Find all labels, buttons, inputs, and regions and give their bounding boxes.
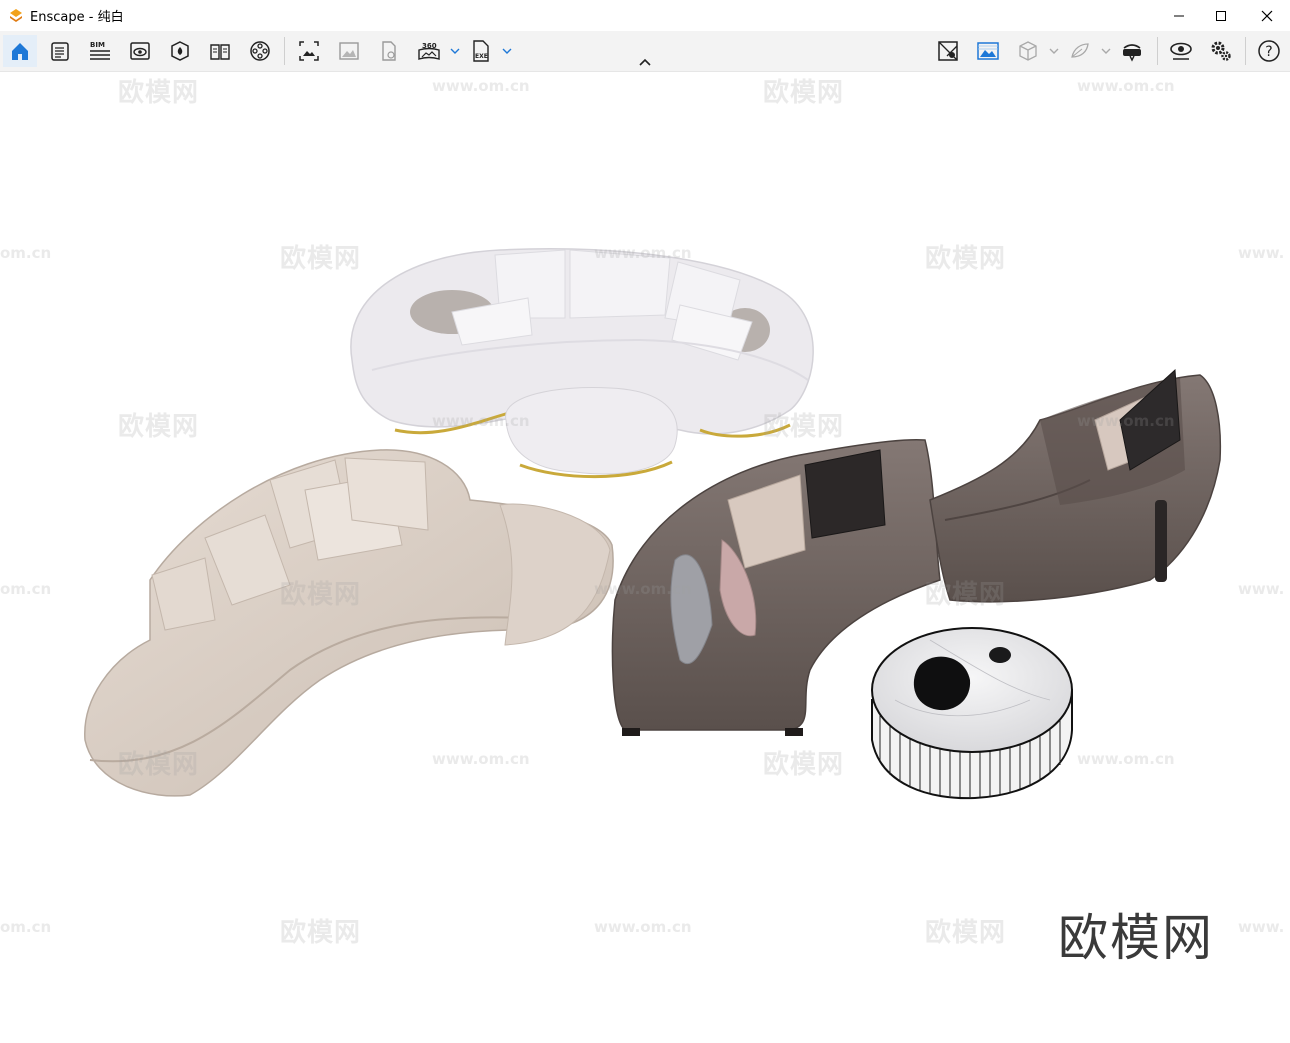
help-label: ? [1265, 44, 1272, 60]
chevron-up-icon [639, 58, 651, 66]
bim-icon: BIM [90, 41, 110, 60]
watermark-cn: 欧模网 [118, 78, 200, 108]
home-icon [12, 43, 28, 60]
watermark-cn: 欧模网 [763, 750, 845, 780]
render-scene [84, 248, 1222, 800]
chevron-down-icon [450, 48, 460, 54]
notes-button[interactable] [43, 35, 77, 67]
video-reel-icon [250, 41, 270, 61]
image-view-button[interactable] [971, 35, 1005, 67]
watermark-url: om.cn [0, 580, 52, 598]
bim-button[interactable]: BIM [83, 35, 117, 67]
bim-label: BIM [90, 41, 105, 49]
watermark-cn: 欧模网 [280, 918, 362, 948]
watermark-cn: 欧模网 [925, 580, 1007, 610]
watermark-url: om.cn [0, 918, 52, 936]
help-icon: ? [1258, 40, 1280, 62]
home-button[interactable] [3, 35, 37, 67]
watermark-url: www.om.cn [1077, 750, 1175, 768]
toolbar-separator [284, 37, 285, 65]
close-button[interactable] [1244, 0, 1290, 31]
asset-library-button[interactable] [163, 35, 197, 67]
panorama-icon: 360 [418, 42, 440, 60]
visual-settings-button[interactable] [1164, 35, 1198, 67]
watermark-url: www.om.cn [1077, 412, 1175, 430]
material-dropdown[interactable] [1100, 41, 1112, 61]
box-button[interactable] [1011, 35, 1045, 67]
batch-render-button[interactable] [332, 35, 366, 67]
watermark-cn: 欧模网 [280, 244, 362, 274]
box-dropdown[interactable] [1048, 41, 1060, 61]
minimize-icon [1174, 15, 1184, 16]
toolbar-separator [1157, 37, 1158, 65]
export-file-button[interactable] [372, 35, 406, 67]
chevron-down-icon [1101, 48, 1111, 54]
vr-headset-button[interactable] [1115, 35, 1149, 67]
watermark-cn: 欧模网 [763, 78, 845, 108]
brand-logo-text: 欧模网 [1058, 909, 1214, 967]
watermark-url: om.cn [0, 244, 52, 262]
visual-settings-icon [1170, 42, 1192, 60]
book-icon [210, 44, 230, 60]
watermark-url: www.om.cn [594, 244, 692, 262]
screenshot-button[interactable] [292, 35, 326, 67]
title-bar: Enscape - 纯白 [0, 0, 1290, 31]
export-file-icon [382, 41, 396, 61]
watermark-cn: 欧模网 [118, 412, 200, 442]
watermark-url: www.om.cn [1077, 77, 1175, 95]
maximize-button[interactable] [1198, 0, 1244, 31]
render-viewport[interactable]: 欧模网 www.om.cn 欧模网 www.om.cn om.cn 欧模网 ww… [0, 72, 1290, 1039]
exe-export-icon: EXE [473, 40, 489, 62]
watermark-url: www. [1238, 918, 1285, 936]
asset-library-icon [171, 41, 189, 61]
watermark-url: www.om.cn [432, 750, 530, 768]
watermark-cn: 欧模网 [118, 750, 200, 780]
chevron-down-icon [502, 48, 512, 54]
image-view-icon [977, 42, 999, 60]
window-title: Enscape - 纯白 [30, 10, 124, 25]
watermark-cn: 欧模网 [925, 244, 1007, 274]
collapse-toolbar-button[interactable] [634, 54, 656, 70]
watermark-cn: 欧模网 [763, 412, 845, 442]
watermark-cn: 欧模网 [280, 580, 362, 610]
toolbar-separator [1245, 37, 1246, 65]
book-button[interactable] [203, 35, 237, 67]
notes-icon [51, 42, 69, 61]
watermark-url: www. [1238, 244, 1285, 262]
white-ottoman [505, 387, 678, 479]
watermark-url: www. [1238, 580, 1285, 598]
settings-gears-icon [1211, 41, 1231, 61]
material-icon [1071, 43, 1089, 58]
map-button[interactable] [931, 35, 965, 67]
watermark-url: www.om.cn [594, 580, 692, 598]
vr-headset-icon [1123, 44, 1141, 62]
enscape-logo-icon [10, 8, 22, 22]
video-editor-button[interactable] [243, 35, 277, 67]
map-icon [938, 41, 958, 61]
watermark-cn: 欧模网 [925, 918, 1007, 948]
chevron-down-icon [1049, 48, 1059, 54]
batch-render-icon [339, 42, 359, 60]
watermark-url: www.om.cn [594, 918, 692, 936]
watermark-url: www.om.cn [432, 77, 530, 95]
settings-button[interactable] [1204, 35, 1238, 67]
minimize-button[interactable] [1156, 0, 1202, 31]
panorama-button[interactable]: 360 [412, 35, 446, 67]
exe-label: EXE [475, 53, 488, 60]
maximize-icon [1216, 10, 1226, 21]
help-button[interactable]: ? [1252, 35, 1286, 67]
exe-export-button[interactable]: EXE [464, 35, 498, 67]
view-eye-icon [130, 42, 150, 60]
close-icon [1261, 10, 1273, 21]
view-mode-button[interactable] [123, 35, 157, 67]
watermark-url: www.om.cn [432, 412, 530, 430]
panorama-dropdown[interactable] [449, 41, 461, 61]
exe-dropdown[interactable] [501, 41, 513, 61]
material-button[interactable] [1063, 35, 1097, 67]
screenshot-icon [299, 41, 319, 61]
box-icon [1019, 41, 1037, 61]
marble-coffee-table [871, 627, 1073, 800]
